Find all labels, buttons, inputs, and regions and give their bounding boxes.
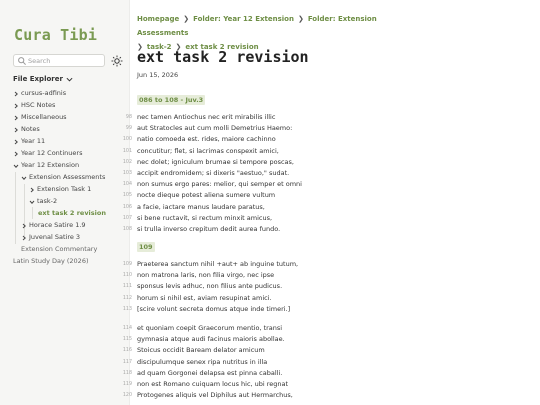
line-text: accipit endromidem; si dixeris "aestuo,"… <box>137 169 290 177</box>
line-number: 117 <box>122 359 132 365</box>
chevron-right-icon <box>22 223 26 228</box>
line-text: a facie, iactare manus laudare paratus, <box>137 202 265 211</box>
line-number: 116 <box>122 348 132 354</box>
line-number: 101 <box>122 148 132 154</box>
file-explorer-label: File Explorer <box>13 75 63 83</box>
search-input[interactable] <box>28 55 102 66</box>
tree-folder-extension-assessments[interactable]: Extension Assessments <box>21 172 105 183</box>
breadcrumb-homepage[interactable]: Homepage <box>137 15 179 23</box>
file-explorer-toggle[interactable]: File Explorer <box>13 75 73 83</box>
line-number: 99 <box>125 126 132 132</box>
line-number: 120 <box>122 393 132 399</box>
line-text: concutitur; flet, si lacrimas conspexit … <box>137 146 279 155</box>
line-number: 102 <box>122 159 132 165</box>
breadcrumb-year-12-extension[interactable]: Folder: Year 12 Extension <box>193 15 294 23</box>
line-number: 111 <box>122 284 132 290</box>
line-text: Stoicus occidit Baream delator amicum <box>137 346 265 355</box>
line-number: 118 <box>122 370 132 376</box>
tree-folder-hsc-notes[interactable]: HSC Notes <box>13 100 55 111</box>
line-number: 105 <box>122 193 132 199</box>
search-icon <box>18 57 26 65</box>
tree-file-ext-task-2-revision[interactable]: ext task 2 revision <box>38 208 106 219</box>
tree-folder-miscellaneous[interactable]: Miscellaneous <box>13 112 67 123</box>
chevron-down-icon <box>66 77 73 82</box>
tree-folder-cursus-adfinis[interactable]: cursus-adfinis <box>13 88 66 99</box>
section-heading: 109 <box>137 242 155 252</box>
page-date: Jun 15, 2026 <box>137 71 179 79</box>
main-content: Homepage ❯ Folder: Year 12 Extension ❯ Folde… <box>123 0 540 405</box>
chevron-right-icon <box>14 127 18 132</box>
line-number: 113 <box>122 306 132 312</box>
chevron-right-icon <box>14 139 18 144</box>
line-text: horum si nihil est, aviam resupinat amic… <box>137 293 272 302</box>
tree-folder-notes[interactable]: Notes <box>13 124 40 135</box>
page-title: ext task 2 revision <box>137 48 309 66</box>
line-number: 114 <box>122 326 132 331</box>
line-text: non sumus ergo pares: melior, qui semper… <box>137 180 302 189</box>
line-text: Protogenes aliquis vel Diphilus aut Herm… <box>137 391 293 400</box>
line-text: nec dolet; igniculum brumae si tempore p… <box>137 157 294 166</box>
sidebar: Cura Tibi File Explorer cursus-adfinis <box>0 0 130 405</box>
tree-folder-task-2[interactable]: task-2 <box>29 196 57 207</box>
line-number: 106 <box>122 204 132 210</box>
chevron-right-icon <box>30 187 34 192</box>
line-number: 100 <box>122 137 132 143</box>
tree-folder-year-12-extension[interactable]: Year 12 Extension <box>13 160 79 171</box>
line-text: nec tamen Antiochus nec erit mirabilis i… <box>137 113 276 121</box>
line-number: 109 <box>122 262 132 267</box>
line-text: non est Romano cuiquam locus hic, ubi re… <box>137 380 289 388</box>
tree-folder-year-11[interactable]: Year 11 <box>13 136 45 147</box>
chevron-right-icon <box>14 103 18 108</box>
chevron-right-icon <box>14 91 18 96</box>
line-number: 98 <box>125 115 132 120</box>
chevron-down-icon <box>29 200 35 204</box>
breadcrumb-separator-icon: ❯ <box>297 15 304 23</box>
line-number: 110 <box>122 273 132 279</box>
tree-file-extension-commentary[interactable]: Extension Commentary <box>21 244 97 255</box>
tree-folder-juvenal-satire[interactable]: Juvenal Satire 3 <box>21 232 80 243</box>
line-number: 107 <box>122 215 132 221</box>
line-text: non matrona laris, non filia virgo, nec … <box>137 271 275 280</box>
tree-file-latin-study-day[interactable]: Latin Study Day (2026) <box>13 256 89 267</box>
line-text: nocte dieque potest aliena sumere vultum <box>137 191 276 200</box>
line-text: discipulumque senex ripa nutritus in ill… <box>137 357 268 366</box>
chevron-down-icon <box>21 176 27 180</box>
tree-folder-extension-task-1[interactable]: Extension Task 1 <box>29 184 91 195</box>
line-text: si bene ructavit, si rectum minxit amicu… <box>137 213 273 222</box>
line-text: si trulla inverso crepitum dedit aurea f… <box>137 225 281 233</box>
line-number: 115 <box>122 337 132 343</box>
line-number: 104 <box>122 182 132 188</box>
chevron-right-icon <box>14 115 18 120</box>
tree-folder-year-12-continuers[interactable]: Year 12 Continuers <box>13 148 82 159</box>
line-text: natio comoeda est. rides, maiore cachinn… <box>137 135 276 144</box>
section-heading: 086 to 108 - Juv.3 <box>137 95 206 105</box>
line-number: 112 <box>122 295 132 301</box>
line-number: 119 <box>122 382 132 387</box>
line-text: gymnasia atque audi facinus maioris abol… <box>137 335 285 344</box>
sun-icon[interactable] <box>111 55 123 67</box>
line-number: 103 <box>122 171 132 176</box>
search-box[interactable] <box>13 54 105 67</box>
tree-guide-line <box>15 172 16 244</box>
breadcrumb-separator-icon: ❯ <box>183 15 190 23</box>
tree-guide-line <box>32 207 33 219</box>
site-logo[interactable]: Cura Tibi <box>14 26 97 44</box>
tree-folder-horace-satire[interactable]: Horace Satire 1.9 <box>21 220 86 231</box>
line-text: Praeterea sanctum nihil +aut+ ab inguine… <box>137 260 299 268</box>
line-number: 108 <box>122 227 132 232</box>
line-text: et quoniam coepit Graecorum mentio, tran… <box>137 324 283 332</box>
chevron-right-icon <box>14 151 18 156</box>
line-text: ad quam Gorgonei delapsa est pinna cabal… <box>137 368 283 377</box>
chevron-down-icon <box>13 164 19 168</box>
line-text: aut Stratocles aut cum molli Demetrius H… <box>137 124 293 133</box>
line-text: sponsus levis adhuc, non filius ante pud… <box>137 282 283 291</box>
chevron-right-icon <box>22 235 26 240</box>
line-text: [scire volunt secreta domus atque inde t… <box>137 304 291 313</box>
